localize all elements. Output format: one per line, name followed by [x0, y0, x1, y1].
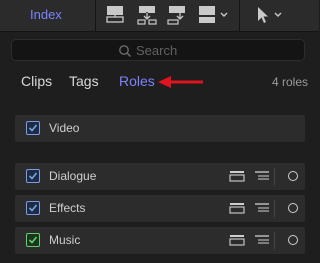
role-label: Effects: [49, 201, 86, 215]
chevron-down-icon[interactable]: [218, 4, 230, 26]
tab-clips[interactable]: Clips: [21, 73, 52, 89]
tab-roles[interactable]: Roles: [119, 73, 155, 89]
role-row-dialogue[interactable]: Dialogue: [15, 163, 305, 190]
connect-clip-icon[interactable]: [104, 4, 126, 26]
subroles-icon[interactable]: [254, 169, 270, 183]
solo-toggle[interactable]: [288, 203, 298, 213]
checkbox[interactable]: [26, 169, 40, 183]
divider: [274, 168, 275, 185]
lane-height-icon[interactable]: [229, 201, 245, 215]
role-row-effects[interactable]: Effects: [15, 195, 305, 222]
tool-select-icon[interactable]: [252, 4, 274, 26]
subroles-icon[interactable]: [254, 201, 270, 215]
role-row-video[interactable]: Video: [15, 115, 305, 142]
role-label: Video: [49, 121, 80, 135]
toolbar-divider: [95, 0, 96, 32]
role-label: Music: [49, 233, 81, 247]
toolbar: Index: [0, 0, 319, 32]
divider: [274, 232, 275, 249]
role-label: Dialogue: [49, 169, 97, 183]
checkbox[interactable]: [26, 201, 40, 215]
roles-count: 4 roles: [271, 75, 308, 89]
insert-clip-icon[interactable]: [136, 4, 158, 26]
toolbar-divider: [239, 0, 240, 32]
checkbox[interactable]: [26, 121, 40, 135]
divider: [274, 200, 275, 217]
checkbox[interactable]: [26, 233, 40, 247]
tab-tags[interactable]: Tags: [69, 73, 99, 89]
chevron-down-icon[interactable]: [272, 4, 284, 26]
search-field[interactable]: [11, 39, 305, 61]
search-icon: [118, 44, 132, 58]
lane-height-icon[interactable]: [229, 169, 245, 183]
overwrite-clip-icon[interactable]: [196, 4, 218, 26]
annotation-arrow-icon: [158, 76, 203, 88]
solo-toggle[interactable]: [288, 235, 298, 245]
subroles-icon[interactable]: [254, 233, 270, 247]
search-input[interactable]: [136, 41, 296, 59]
lane-height-icon[interactable]: [229, 233, 245, 247]
append-clip-icon[interactable]: [166, 4, 188, 26]
solo-toggle[interactable]: [288, 171, 298, 181]
index-button[interactable]: Index: [30, 7, 62, 22]
role-row-music[interactable]: Music: [15, 227, 305, 254]
